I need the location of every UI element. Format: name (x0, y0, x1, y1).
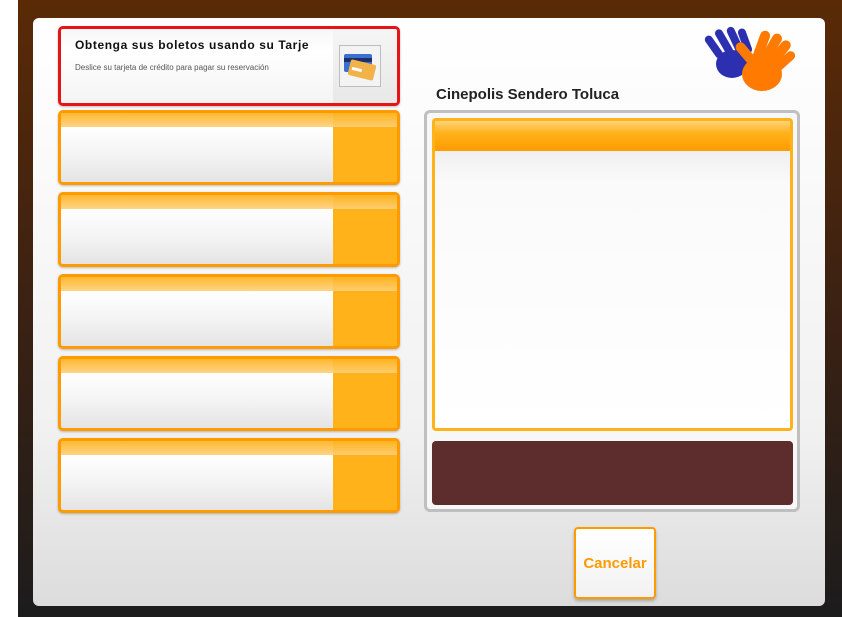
venue-name: Cinepolis Sendero Toluca (436, 86, 620, 103)
message-bar (432, 441, 793, 505)
option-gloss (61, 359, 397, 373)
option-card-card-payment[interactable]: Obtenga sus boletos usando su Tarje Desl… (58, 26, 400, 106)
option-card[interactable] (58, 438, 400, 513)
reservation-details-box (432, 118, 793, 431)
option-card[interactable] (58, 356, 400, 431)
cancel-button[interactable]: Cancelar (574, 527, 656, 599)
option-gloss (61, 277, 397, 291)
option-title: Obtenga sus boletos usando su Tarje (75, 38, 310, 52)
credit-card-icon (339, 45, 381, 87)
option-card[interactable] (58, 110, 400, 185)
option-subtitle: Deslice su tarjeta de crédito para pagar… (75, 63, 269, 72)
option-gloss (61, 195, 397, 209)
option-gloss (61, 113, 397, 127)
option-card[interactable] (58, 274, 400, 349)
details-header (435, 121, 790, 151)
option-gloss (61, 441, 397, 455)
option-card[interactable] (58, 192, 400, 267)
hands-logo-icon (704, 26, 796, 91)
